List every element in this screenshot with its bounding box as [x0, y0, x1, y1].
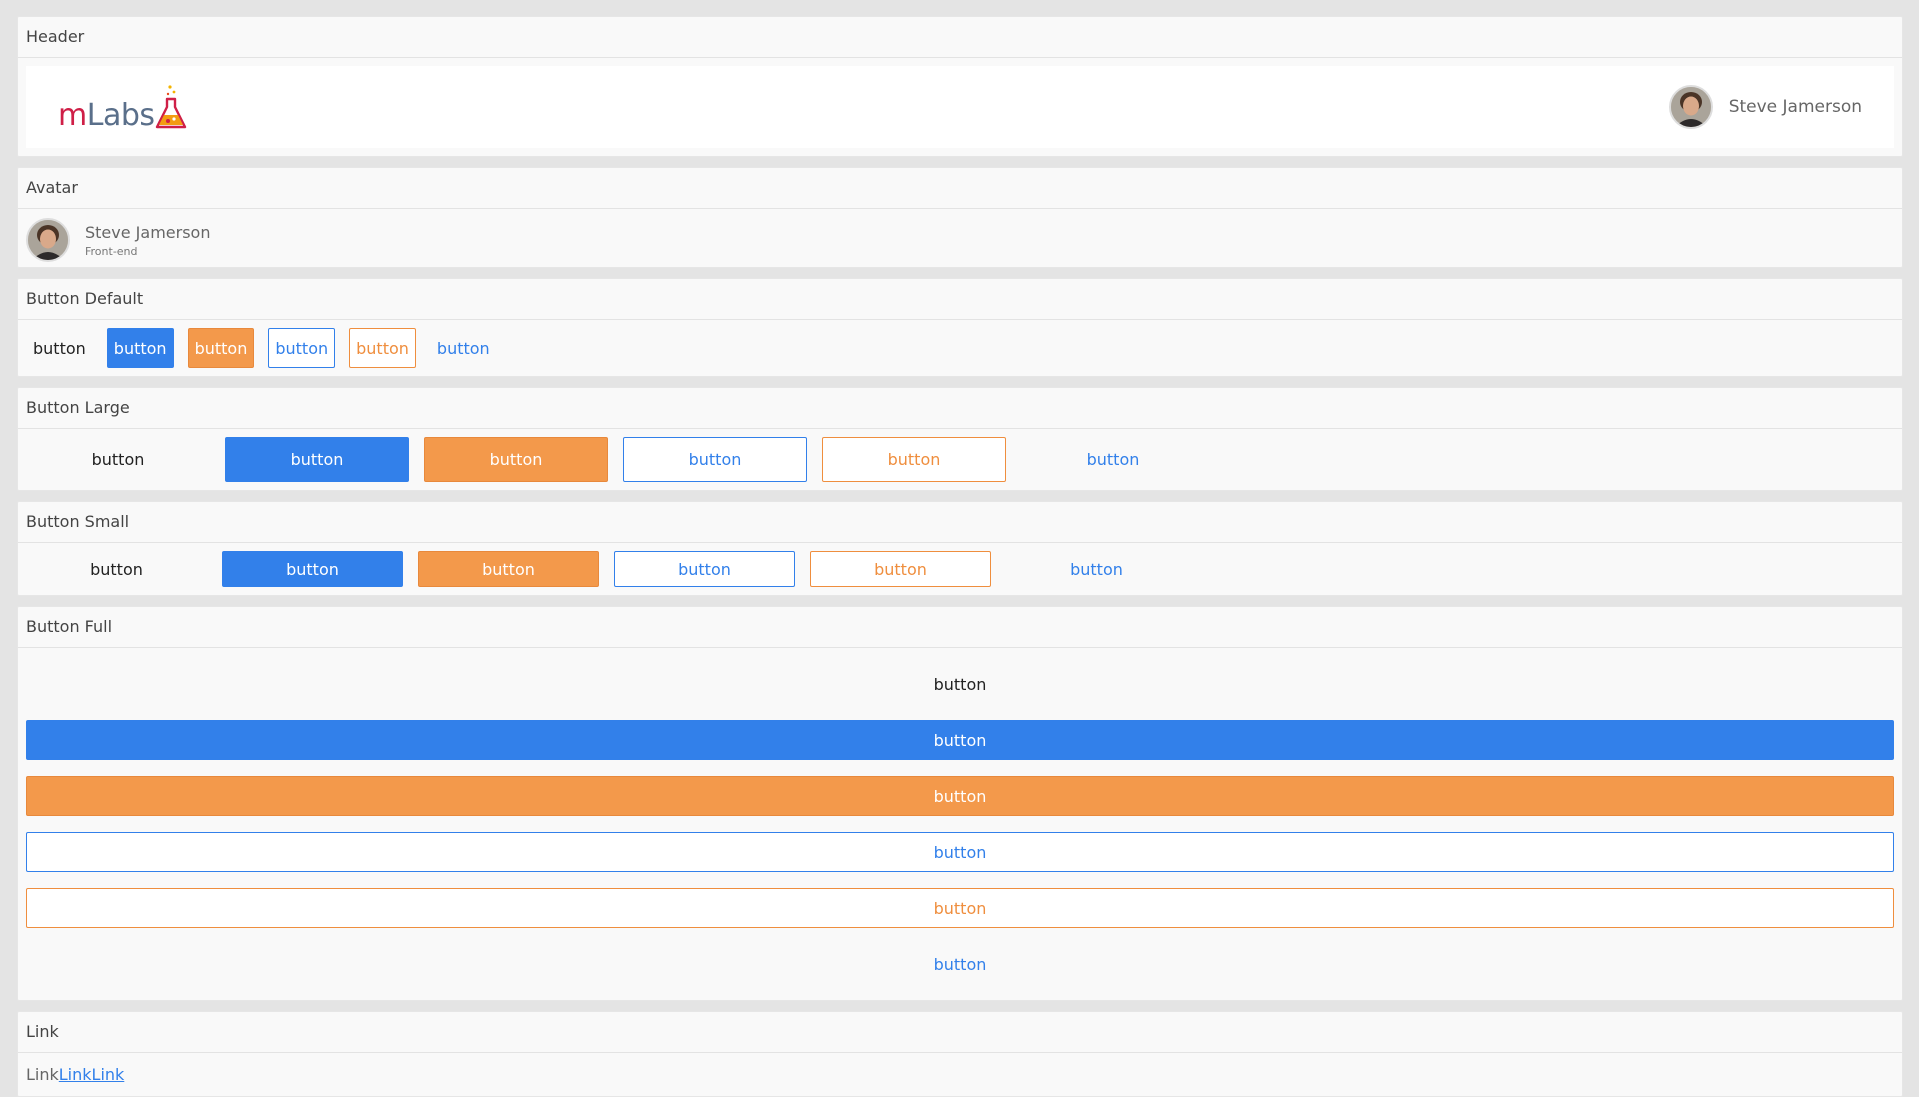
avatar-name: Steve Jamerson	[85, 222, 211, 242]
logo-m: m	[58, 98, 87, 133]
section-title-avatar: Avatar	[18, 168, 1902, 209]
secondary-button[interactable]: button	[418, 551, 599, 587]
link-1[interactable]: Link	[59, 1065, 92, 1084]
user-menu[interactable]: Steve Jamerson	[1668, 85, 1862, 129]
plain-text: Link	[26, 1065, 59, 1084]
section-title-button-full: Button Full	[18, 607, 1902, 648]
button-large-section: Button Large button button button button…	[17, 387, 1903, 491]
section-title-button-large: Button Large	[18, 388, 1902, 429]
link-section: Link LinkLinkLink	[17, 1011, 1903, 1097]
secondary-button[interactable]: button	[187, 328, 255, 368]
app-header: mLabs Steve Jamerson	[26, 66, 1894, 148]
avatar	[1668, 85, 1713, 129]
outline-secondary-button[interactable]: button	[810, 551, 991, 587]
flask-icon	[155, 85, 186, 129]
text-button[interactable]: button	[26, 437, 210, 482]
user-name: Steve Jamerson	[1728, 97, 1862, 117]
primary-button[interactable]: button	[26, 720, 1894, 760]
button-small-section: Button Small button button button button…	[17, 501, 1903, 596]
link-2[interactable]: Link	[92, 1065, 125, 1084]
outline-primary-button[interactable]: button	[623, 437, 807, 482]
button-default-section: Button Default button button button butt…	[17, 278, 1903, 377]
avatar-role: Front-end	[85, 244, 138, 258]
avatar-component: Steve Jamerson Front-end	[26, 217, 1894, 263]
secondary-button[interactable]: button	[424, 437, 608, 482]
section-title-link: Link	[18, 1012, 1902, 1053]
header-section: Header mLabs Steve Jamerson	[17, 16, 1903, 157]
link-button[interactable]: button	[26, 944, 1894, 984]
primary-button[interactable]: button	[106, 328, 174, 368]
outline-primary-button[interactable]: button	[614, 551, 795, 587]
outline-secondary-button[interactable]: button	[822, 437, 1006, 482]
section-title-header: Header	[18, 17, 1902, 58]
outline-primary-button[interactable]: button	[26, 832, 1894, 872]
outline-secondary-button[interactable]: button	[26, 888, 1894, 928]
user-photo	[28, 220, 68, 260]
secondary-button[interactable]: button	[26, 776, 1894, 816]
outline-primary-button[interactable]: button	[268, 328, 336, 368]
avatar	[26, 218, 70, 262]
link-button[interactable]: button	[1006, 551, 1187, 587]
primary-button[interactable]: button	[225, 437, 409, 482]
user-photo	[1670, 87, 1711, 127]
mlabs-logo[interactable]: mLabs	[58, 83, 189, 131]
link-button[interactable]: button	[1021, 437, 1205, 482]
primary-button[interactable]: button	[222, 551, 403, 587]
section-title-button-small: Button Small	[18, 502, 1902, 543]
link-button[interactable]: button	[430, 328, 497, 368]
button-full-section: Button Full button button button button …	[17, 606, 1903, 1001]
text-button[interactable]: button	[26, 551, 207, 587]
text-button[interactable]: button	[26, 328, 93, 368]
text-button[interactable]: button	[26, 664, 1894, 704]
outline-secondary-button[interactable]: button	[349, 328, 416, 368]
section-title-button-default: Button Default	[18, 279, 1902, 320]
logo-labs: Labs	[86, 98, 155, 133]
avatar-section: Avatar Steve Jamerson Front-end	[17, 167, 1903, 268]
